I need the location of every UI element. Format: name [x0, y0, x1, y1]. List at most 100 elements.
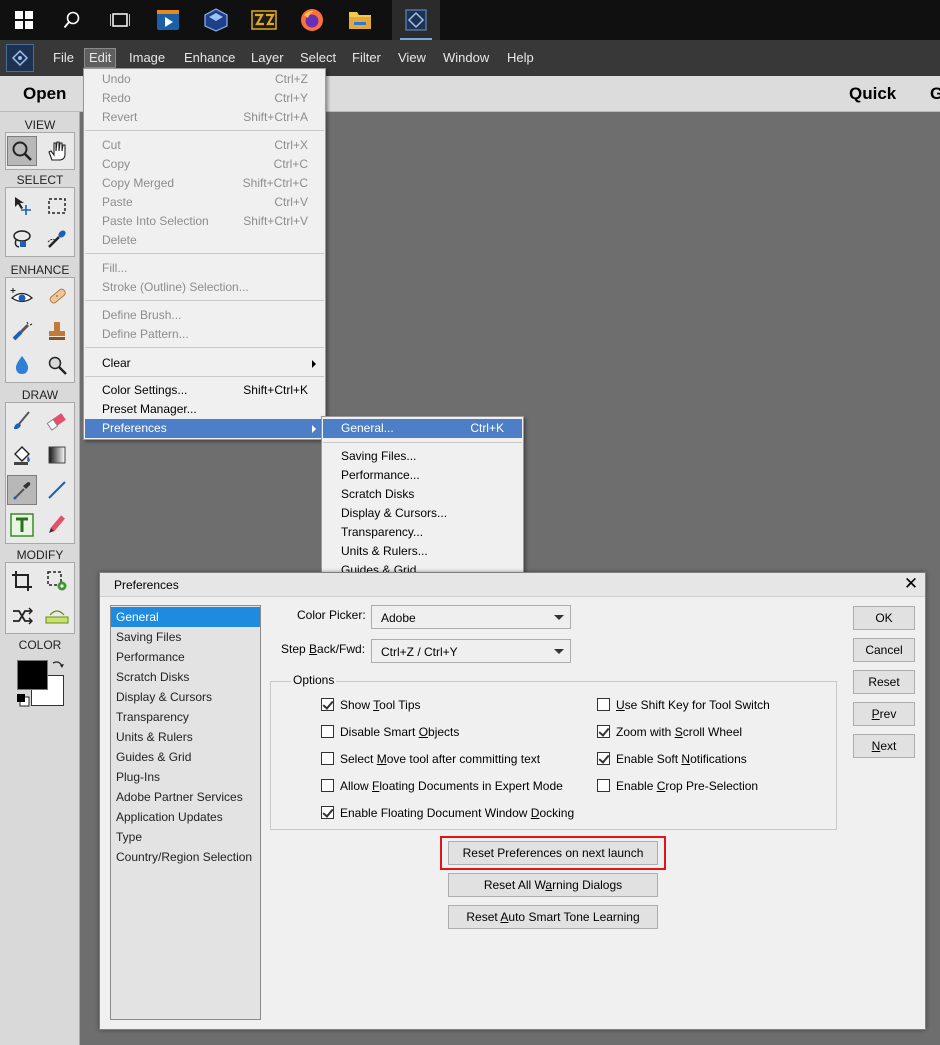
category-country-region[interactable]: Country/Region Selection: [111, 847, 260, 867]
submenu-item-display-cursors[interactable]: Display & Cursors...: [323, 504, 522, 523]
color-picker-select[interactable]: Adobe: [371, 605, 571, 629]
menu-image[interactable]: Image: [125, 48, 169, 68]
archive-app-icon[interactable]: [240, 0, 288, 40]
category-saving-files[interactable]: Saving Files: [111, 627, 260, 647]
firefox-icon[interactable]: [288, 0, 336, 40]
menu-item-define-brush[interactable]: Define Brush...: [85, 306, 324, 325]
category-general[interactable]: General: [111, 607, 260, 627]
menu-layer[interactable]: Layer: [247, 48, 288, 68]
category-performance[interactable]: Performance: [111, 647, 260, 667]
guided-mode-tab[interactable]: G: [930, 84, 940, 104]
pencil-tool-icon[interactable]: [42, 510, 72, 540]
category-plug-ins[interactable]: Plug-Ins: [111, 767, 260, 787]
step-back-fwd-select[interactable]: Ctrl+Z / Ctrl+Y: [371, 639, 571, 663]
reset-preferences-button[interactable]: Reset Preferences on next launch: [448, 841, 658, 865]
menu-item-clear[interactable]: Clear: [85, 354, 324, 373]
menu-help[interactable]: Help: [503, 48, 538, 68]
gradient-tool-icon[interactable]: [42, 440, 72, 470]
clone-stamp-tool-icon[interactable]: [42, 316, 72, 346]
menu-item-undo[interactable]: Undo Ctrl+Z: [85, 70, 324, 89]
move-tool-icon[interactable]: [7, 191, 37, 221]
media-player-icon[interactable]: [144, 0, 192, 40]
menu-separator: [85, 347, 324, 348]
menu-select[interactable]: Select: [296, 48, 340, 68]
menu-view[interactable]: View: [394, 48, 430, 68]
submenu-item-transparency[interactable]: Transparency...: [323, 523, 522, 542]
zoom-tool-icon[interactable]: [7, 136, 37, 166]
category-guides-grid[interactable]: Guides & Grid: [111, 747, 260, 767]
category-display-cursors[interactable]: Display & Cursors: [111, 687, 260, 707]
menu-item-define-pattern[interactable]: Define Pattern...: [85, 325, 324, 344]
submenu-item-general[interactable]: General... Ctrl+K: [323, 419, 522, 438]
red-eye-tool-icon[interactable]: [7, 281, 37, 311]
prev-button[interactable]: Prev: [853, 702, 915, 726]
hand-tool-icon[interactable]: [42, 136, 72, 166]
menu-item-preferences[interactable]: Preferences: [85, 419, 324, 438]
category-type[interactable]: Type: [111, 827, 260, 847]
spot-healing-tool-icon[interactable]: [42, 281, 72, 311]
category-transparency[interactable]: Transparency: [111, 707, 260, 727]
open-button[interactable]: Open: [23, 84, 66, 104]
category-application-updates[interactable]: Application Updates: [111, 807, 260, 827]
search-icon[interactable]: [48, 0, 96, 40]
smart-brush-tool-icon[interactable]: [7, 316, 37, 346]
menu-item-revert[interactable]: Revert Shift+Ctrl+A: [85, 108, 324, 127]
default-colors-icon[interactable]: [16, 693, 30, 710]
menu-filter[interactable]: Filter: [348, 48, 385, 68]
dialog-title-bar[interactable]: Preferences ✕: [100, 573, 925, 597]
menu-item-paste[interactable]: Paste Ctrl+V: [85, 193, 324, 212]
reset-button[interactable]: Reset: [853, 670, 915, 694]
reset-warning-dialogs-button[interactable]: Reset All Warning Dialogs: [448, 873, 658, 897]
close-icon[interactable]: ✕: [901, 574, 921, 594]
virtualbox-icon[interactable]: [192, 0, 240, 40]
paint-bucket-tool-icon[interactable]: [7, 440, 37, 470]
task-view-icon[interactable]: [96, 0, 144, 40]
marquee-tool-icon[interactable]: [42, 191, 72, 221]
type-tool-icon[interactable]: [7, 510, 37, 540]
reset-auto-smart-tone-button[interactable]: Reset Auto Smart Tone Learning: [448, 905, 658, 929]
ok-button[interactable]: OK: [853, 606, 915, 630]
next-button[interactable]: Next: [853, 734, 915, 758]
crop-tool-icon[interactable]: [7, 566, 37, 596]
color-picker-tool-icon[interactable]: [7, 475, 37, 505]
brush-tool-icon[interactable]: [7, 406, 37, 436]
swap-colors-icon[interactable]: [51, 659, 65, 676]
line-tool-icon[interactable]: [42, 475, 72, 505]
sponge-tool-icon[interactable]: [42, 350, 72, 380]
menu-item-copy[interactable]: Copy Ctrl+C: [85, 155, 324, 174]
menu-item-cut[interactable]: Cut Ctrl+X: [85, 136, 324, 155]
menu-window[interactable]: Window: [439, 48, 493, 68]
content-aware-move-tool-icon[interactable]: [7, 601, 37, 631]
menu-item-delete[interactable]: Delete: [85, 231, 324, 250]
submenu-item-scratch-disks[interactable]: Scratch Disks: [323, 485, 522, 504]
windows-start-icon[interactable]: [0, 0, 48, 40]
submenu-item-units-rulers[interactable]: Units & Rulers...: [323, 542, 522, 561]
straighten-tool-icon[interactable]: [42, 601, 72, 631]
photoshop-elements-icon[interactable]: [392, 0, 440, 40]
section-modify-title: MODIFY: [16, 548, 64, 562]
lasso-tool-icon[interactable]: [7, 224, 37, 254]
menu-item-fill[interactable]: Fill...: [85, 259, 324, 278]
menu-item-stroke-selection[interactable]: Stroke (Outline) Selection...: [85, 278, 324, 297]
file-explorer-icon[interactable]: [336, 0, 384, 40]
submenu-item-performance[interactable]: Performance...: [323, 466, 522, 485]
menu-item-color-settings[interactable]: Color Settings... Shift+Ctrl+K: [85, 381, 324, 400]
quick-selection-tool-icon[interactable]: [42, 224, 72, 254]
menu-item-preset-manager[interactable]: Preset Manager...: [85, 400, 324, 419]
menu-item-copy-merged[interactable]: Copy Merged Shift+Ctrl+C: [85, 174, 324, 193]
category-adobe-partner-services[interactable]: Adobe Partner Services: [111, 787, 260, 807]
menu-file[interactable]: File: [49, 48, 78, 68]
eraser-tool-icon[interactable]: [42, 406, 72, 436]
recompose-tool-icon[interactable]: [42, 566, 72, 596]
blur-tool-icon[interactable]: [7, 350, 37, 380]
menu-enhance[interactable]: Enhance: [180, 48, 239, 68]
menu-edit[interactable]: Edit: [84, 48, 117, 68]
menu-item-redo[interactable]: Redo Ctrl+Y: [85, 89, 324, 108]
category-scratch-disks[interactable]: Scratch Disks: [111, 667, 260, 687]
quick-mode-tab[interactable]: Quick: [849, 84, 896, 104]
submenu-item-saving-files[interactable]: Saving Files...: [323, 447, 522, 466]
category-units-rulers[interactable]: Units & Rulers: [111, 727, 260, 747]
menu-item-paste-into-selection[interactable]: Paste Into Selection Shift+Ctrl+V: [85, 212, 324, 231]
cancel-button[interactable]: Cancel: [853, 638, 915, 662]
foreground-color-swatch[interactable]: [17, 660, 48, 690]
